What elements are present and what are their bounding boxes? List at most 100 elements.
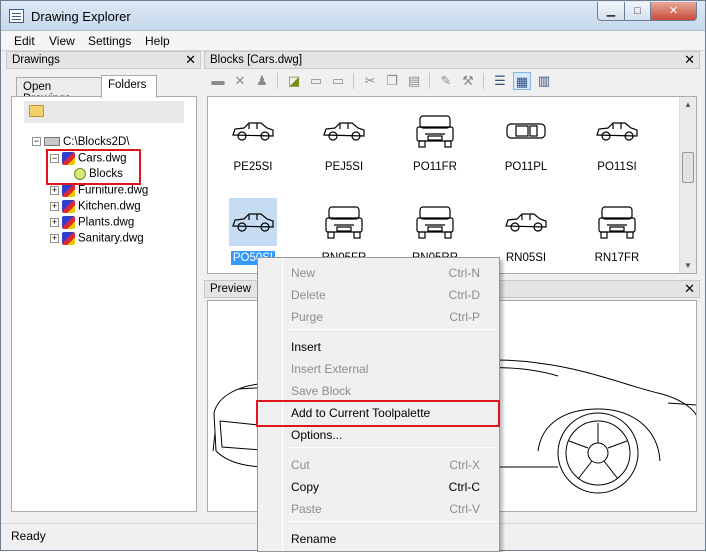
blocks-scrollbar[interactable]: ▲ ▼ [679,97,696,273]
block-name-label[interactable]: PO11FR [395,161,475,173]
menu-item-purge[interactable]: Purge Ctrl-P [259,306,498,328]
menu-separator [288,447,496,448]
collapse-icon[interactable]: − [32,137,41,147]
tree-root-label: C:\Blocks2D\ [63,136,130,148]
copy-icon[interactable]: ❐ [383,72,401,90]
tree-item-furniture[interactable]: + Furniture.dwg [50,184,148,197]
folder-toolbar [24,101,184,123]
block-name-label[interactable]: RN17FR [577,252,657,264]
menu-item-new[interactable]: New Ctrl-N [259,262,498,284]
tab-folders[interactable]: Folders [101,75,157,98]
insert-block-icon[interactable]: ◪ [285,72,303,90]
drawing-explorer-window: Drawing Explorer ▁ □ ✕ Edit View Setting… [0,0,706,552]
options-icon[interactable]: ⚒ [459,72,477,90]
tree-root[interactable]: − C:\Blocks2D\ [32,136,129,148]
block-name-label[interactable]: PO11SI [577,161,657,173]
open-folder-icon[interactable] [29,105,44,117]
block-name-label[interactable]: PE25SI [213,161,293,173]
menu-item-options[interactable]: Options... [259,424,498,446]
purge-icon[interactable]: ♟ [253,72,271,90]
drawings-tabs: Open Drawings Folders [11,75,197,105]
menu-item-label: Insert [291,340,322,354]
expand-icon[interactable]: + [50,234,59,243]
tree-item-label: Kitchen.dwg [78,200,141,213]
menu-item-label: Purge [291,310,324,324]
rename-icon[interactable]: ✎ [437,72,455,90]
block-thumbnail[interactable] [411,107,459,155]
block-name-label[interactable]: PEJ5SI [304,161,384,173]
drawings-panel-title: Drawings [12,54,60,66]
maximize-button[interactable]: □ [624,2,651,21]
block-thumbnail[interactable] [593,107,641,155]
menu-item-delete[interactable]: Delete Ctrl-D [259,284,498,306]
menu-item-label: Paste [291,502,322,516]
menu-settings[interactable]: Settings [88,34,131,48]
paste-icon[interactable]: ▤ [405,72,423,90]
red-annotation-box [256,400,500,427]
blocks-panel-title: Blocks [Cars.dwg] [210,54,303,66]
delete-icon[interactable]: ✕ [231,72,249,90]
view-details-icon[interactable]: ☰ [491,72,509,90]
view-list-icon[interactable]: ▥ [535,72,553,90]
tab-open-drawings[interactable]: Open Drawings [16,77,102,105]
menu-item-label: Options... [291,428,343,442]
expand-icon[interactable]: + [50,186,59,195]
block-thumbnail[interactable] [411,198,459,246]
tree-item-label: Plants.dwg [78,216,135,229]
scroll-thumb[interactable] [682,152,694,183]
preview-panel-title: Preview [210,283,251,295]
red-annotation-box [46,149,141,185]
menu-item-insert-external[interactable]: Insert External [259,358,498,380]
title-bar[interactable]: Drawing Explorer ▁ □ ✕ [1,1,705,31]
block-thumbnail[interactable] [502,198,550,246]
block-thumbnail[interactable] [229,107,277,155]
tree-item-kitchen[interactable]: + Kitchen.dwg [50,200,141,213]
blocks-panel-header: Blocks [Cars.dwg] ✕ [204,51,700,69]
close-icon[interactable]: ✕ [185,52,196,68]
view-large-icons-icon[interactable]: ▦ [513,72,531,90]
dwg-file-icon [62,200,75,213]
tree-item-label: Sanitary.dwg [78,232,144,245]
tree-item-plants[interactable]: + Plants.dwg [50,216,134,229]
menu-item-insert[interactable]: Insert [259,336,498,358]
cut-icon[interactable]: ✂ [361,72,379,90]
menu-view[interactable]: View [49,34,75,48]
expand-icon[interactable]: + [50,202,59,211]
menu-item-label: Delete [291,288,326,302]
close-icon[interactable]: ✕ [684,52,695,68]
menu-item-label: Rename [291,532,337,546]
tree-item-label: Furniture.dwg [78,184,149,197]
block-thumbnail[interactable] [593,198,641,246]
menu-item-cut[interactable]: Cut Ctrl-X [259,454,498,476]
scroll-down-icon[interactable]: ▼ [684,261,692,270]
menu-item-label: Cut [291,458,310,472]
menu-item-shortcut: Ctrl-N [448,266,480,280]
block-thumbnail[interactable] [320,198,368,246]
minimize-button[interactable]: ▁ [597,2,625,21]
block-name-label[interactable]: PO11PL [486,161,566,173]
save-block-icon[interactable]: ▭ [329,72,347,90]
menu-separator [288,329,496,330]
app-icon [9,9,24,23]
menu-item-paste[interactable]: Paste Ctrl-V [259,498,498,520]
tree-item-sanitary[interactable]: + Sanitary.dwg [50,232,144,245]
block-thumbnail[interactable] [502,107,550,155]
menu-edit[interactable]: Edit [14,34,35,48]
menu-item-copy[interactable]: Copy Ctrl-C [259,476,498,498]
insert-external-icon[interactable]: ▭ [307,72,325,90]
menu-item-add-to-current-toolpalette[interactable]: Add to Current Toolpalette [256,400,500,427]
menu-item-save-block[interactable]: Save Block [259,380,498,402]
close-icon[interactable]: ✕ [684,281,695,297]
status-text: Ready [11,529,46,543]
scroll-up-icon[interactable]: ▲ [684,100,692,109]
menu-item-label: Copy [291,480,320,494]
block-thumbnail[interactable] [320,107,368,155]
menu-help[interactable]: Help [145,34,170,48]
block-thumbnail[interactable] [229,198,277,246]
undo-icon[interactable]: ▬ [209,72,227,90]
close-button[interactable]: ✕ [650,2,697,21]
expand-icon[interactable]: + [50,218,59,227]
menu-item-rename[interactable]: Rename [259,528,498,550]
context-menu: New Ctrl-N Delete Ctrl-D Purge Ctrl-P Insert In… [256,257,500,552]
blocks-toolbar: ▬ ✕ ♟ ◪ ▭ ▭ ✂ ❐ ▤ ✎ ⚒ ☰ ▦ ▥ [207,69,697,93]
